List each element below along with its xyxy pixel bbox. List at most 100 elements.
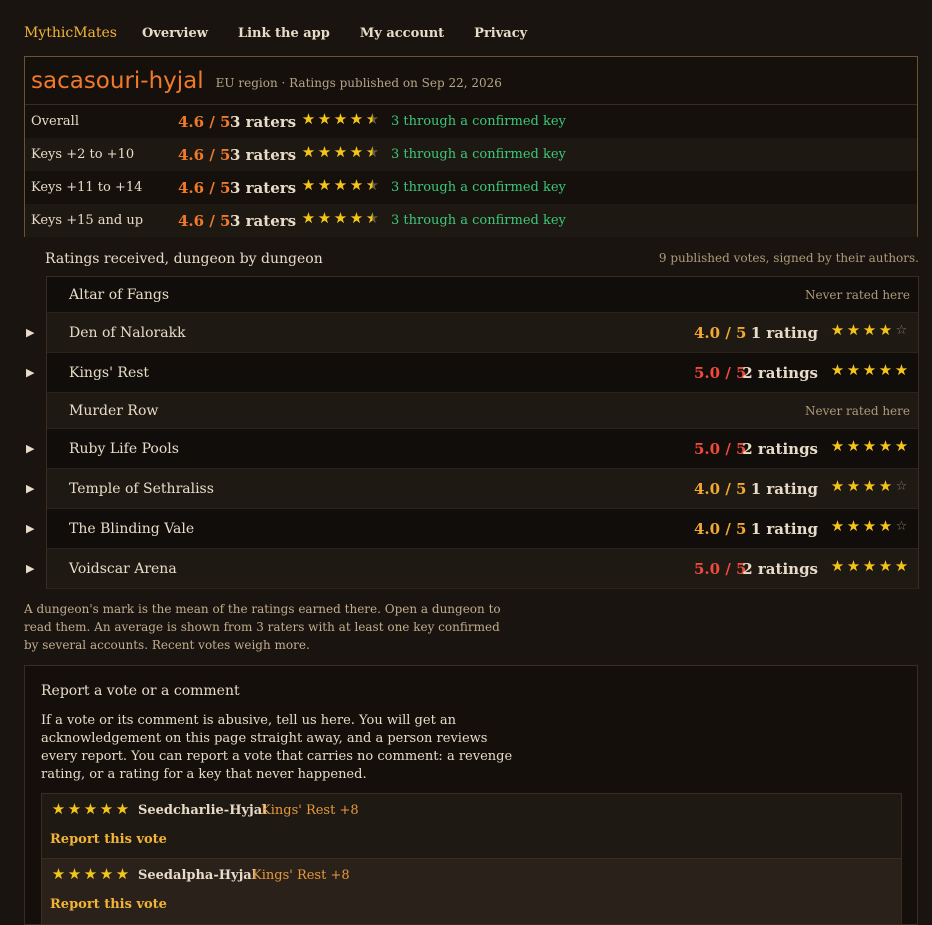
dungeon-name: Den of Nalorakk	[69, 325, 186, 341]
rating-row-score: 4.6 / 5	[178, 211, 231, 230]
star-full-icon: ★	[301, 143, 316, 161]
dungeon-score: 5.0 / 5	[694, 364, 747, 382]
rating-row-confirmed: 3 through a confirmed key	[391, 147, 566, 162]
dungeon-rating-count: 1 rating	[750, 480, 818, 498]
nav-privacy[interactable]: Privacy	[474, 26, 527, 41]
star-full-icon: ★	[878, 437, 893, 455]
star-half-icon: ★	[365, 143, 380, 161]
nav-link-the-app[interactable]: Link the app	[238, 26, 330, 41]
dungeon-row: Murder Row Never rated here	[47, 393, 918, 429]
star-full-icon: ★	[115, 800, 130, 818]
vote-stars: ★ ★ ★ ★ ★	[51, 867, 130, 882]
star-full-icon: ★	[67, 865, 82, 883]
star-full-icon: ★	[333, 209, 348, 227]
star-full-icon: ★	[51, 800, 66, 818]
dungeons-section-header: Ratings received, dungeon by dungeon 9 p…	[45, 251, 919, 271]
rating-row-score: 4.6 / 5	[178, 178, 231, 197]
dungeon-score: 4.0 / 5	[694, 480, 747, 498]
character-meta: EU region · Ratings published on Sep 22,…	[215, 75, 502, 90]
dungeon-stars: ★ ★ ★ ★ ☆	[830, 321, 909, 339]
dungeon-row: Altar of Fangs Never rated here	[47, 277, 918, 313]
dungeon-score: 4.0 / 5	[694, 520, 747, 538]
expand-arrow-icon[interactable]: ▶	[26, 482, 34, 495]
dungeon-name: Altar of Fangs	[69, 287, 170, 303]
dungeon-row[interactable]: ▶ Temple of Sethraliss 4.0 / 51 rating ★ ★ ★ ★…	[26, 469, 918, 509]
star-full-icon: ★	[83, 865, 98, 883]
star-full-icon: ★	[301, 110, 316, 128]
character-name: sacasouri-hyjal	[31, 67, 204, 94]
dungeon-name: Murder Row	[69, 403, 159, 419]
star-full-icon: ★	[83, 800, 98, 818]
star-full-icon: ★	[878, 361, 893, 379]
star-full-icon: ★	[333, 176, 348, 194]
star-full-icon: ★	[333, 143, 348, 161]
star-full-icon: ★	[115, 865, 130, 883]
star-full-icon: ★	[67, 800, 82, 818]
rating-row: Keys +15 and up 4.6 / 5 3 raters ★ ★ ★ ★ ★ 3…	[25, 204, 917, 237]
dungeon-stars: ★ ★ ★ ★ ☆	[830, 517, 909, 535]
dungeon-stars: ★ ★ ★ ★ ☆	[830, 477, 909, 495]
vote-card: ★ ★ ★ ★ ★ Seedcharlie-Hyjal Kings' Rest +8 R…	[41, 793, 902, 859]
dungeon-row[interactable]: ▶ Kings' Rest 5.0 / 52 ratings ★ ★ ★ ★ ★	[26, 353, 918, 393]
expand-arrow-icon[interactable]: ▶	[26, 442, 34, 455]
rating-row-raters: 3 raters	[230, 211, 297, 230]
star-full-icon: ★	[846, 477, 861, 495]
rating-row-label: Overall	[31, 114, 79, 129]
nav-overview[interactable]: Overview	[142, 26, 208, 41]
dungeon-row[interactable]: ▶ Voidscar Arena 5.0 / 52 ratings ★ ★ ★ ★ ★	[26, 549, 918, 589]
top-nav: MythicMates Overview Link the app My acc…	[24, 22, 557, 44]
star-empty-icon: ☆	[895, 479, 908, 494]
star-full-icon: ★	[51, 865, 66, 883]
footnote: A dungeon's mark is the mean of the rati…	[24, 602, 501, 652]
report-vote-button[interactable]: Report this vote	[50, 897, 167, 912]
expand-arrow-icon[interactable]: ▶	[26, 326, 34, 339]
star-full-icon: ★	[894, 557, 909, 575]
report-vote-button[interactable]: Report this vote	[50, 832, 167, 847]
vote-author: Seedalpha-Hyjal	[138, 868, 257, 883]
star-full-icon: ★	[830, 361, 845, 379]
rating-row-stars: ★ ★ ★ ★ ★	[301, 112, 380, 127]
vote-card: ★ ★ ★ ★ ★ Seedalpha-Hyjal Kings' Rest +8 Rep…	[41, 859, 902, 925]
rating-row: Overall 4.6 / 5 3 raters ★ ★ ★ ★ ★ 3 through…	[25, 105, 917, 138]
expand-arrow-icon[interactable]: ▶	[26, 522, 34, 535]
star-full-icon: ★	[878, 321, 893, 339]
dungeon-row[interactable]: ▶ The Blinding Vale 4.0 / 51 rating ★ ★ ★ ★ ☆	[26, 509, 918, 549]
brand-logo[interactable]: MythicMates	[24, 25, 117, 41]
star-full-icon: ★	[846, 437, 861, 455]
expand-arrow-icon[interactable]: ▶	[26, 562, 34, 575]
star-full-icon: ★	[317, 176, 332, 194]
star-empty-icon: ☆	[895, 519, 908, 534]
star-full-icon: ★	[862, 557, 877, 575]
dungeon-row[interactable]: ▶ Ruby Life Pools 5.0 / 52 ratings ★ ★ ★ ★ ★	[26, 429, 918, 469]
star-full-icon: ★	[830, 517, 845, 535]
rating-row-label: Keys +11 to +14	[31, 180, 143, 195]
rating-row-stars: ★ ★ ★ ★ ★	[301, 145, 380, 160]
rating-row-raters: 3 raters	[230, 145, 297, 164]
expand-arrow-icon[interactable]: ▶	[26, 366, 34, 379]
star-full-icon: ★	[99, 865, 114, 883]
dungeon-name: Temple of Sethraliss	[69, 481, 214, 497]
star-half-icon: ★	[365, 110, 380, 128]
dungeon-rating-count: 1 rating	[750, 324, 818, 342]
dungeon-score: 5.0 / 5	[694, 560, 747, 578]
dungeon-rating-count: 2 ratings	[742, 440, 818, 458]
rating-row-confirmed: 3 through a confirmed key	[391, 213, 566, 228]
star-full-icon: ★	[830, 321, 845, 339]
vote-stars: ★ ★ ★ ★ ★	[51, 802, 130, 817]
dungeon-name: Ruby Life Pools	[69, 441, 179, 457]
star-full-icon: ★	[862, 517, 877, 535]
rating-row: Keys +11 to +14 4.6 / 5 3 raters ★ ★ ★ ★ ★ 3…	[25, 171, 917, 204]
rating-row-confirmed: 3 through a confirmed key	[391, 114, 566, 129]
star-full-icon: ★	[862, 361, 877, 379]
star-full-icon: ★	[894, 437, 909, 455]
rating-row-confirmed: 3 through a confirmed key	[391, 180, 566, 195]
dungeon-list: Altar of Fangs Never rated here ▶ Den of Na…	[26, 276, 919, 589]
nav-my-account[interactable]: My account	[360, 26, 444, 41]
star-full-icon: ★	[317, 209, 332, 227]
star-full-icon: ★	[349, 110, 364, 128]
report-panel: Report a vote or a comment If a vote or …	[24, 665, 918, 925]
star-full-icon: ★	[349, 176, 364, 194]
star-full-icon: ★	[878, 517, 893, 535]
profile-card: sacasouri-hyjal EU region · Ratings publ…	[24, 56, 918, 237]
dungeon-row[interactable]: ▶ Den of Nalorakk 4.0 / 51 rating ★ ★ ★ ★ ☆	[26, 313, 918, 353]
